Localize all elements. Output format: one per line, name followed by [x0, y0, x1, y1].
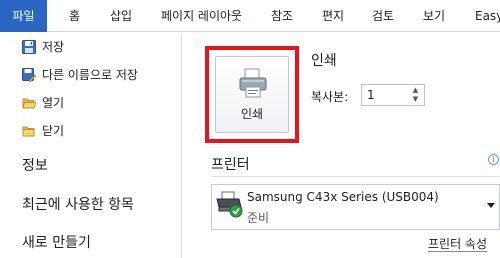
- tab-references[interactable]: 참조: [271, 0, 293, 32]
- printer-status: 준비: [247, 211, 270, 225]
- print-button-highlight: 인쇄: [205, 46, 299, 143]
- ribbon-tab-strip: 파일 홈 삽입 페이지 레이아웃 참조 편지 검토 보기 Easy: [0, 0, 500, 32]
- nav-item-close[interactable]: 닫기: [0, 121, 181, 141]
- nav-item-open[interactable]: 열기: [0, 93, 181, 113]
- nav-item-label: 닫기: [42, 124, 65, 138]
- printer-name: Samsung C43x Series (USB004): [247, 190, 439, 204]
- info-icon[interactable]: i: [488, 154, 499, 165]
- tab-review[interactable]: 검토: [372, 0, 394, 32]
- print-button[interactable]: 인쇄: [215, 56, 289, 133]
- printer-heading: 프린터: [211, 157, 250, 173]
- tab-file[interactable]: 파일: [0, 0, 47, 32]
- copies-value: 1: [367, 88, 375, 102]
- open-folder-icon: [22, 96, 37, 110]
- tab-page-layout[interactable]: 페이지 레이아웃: [161, 0, 242, 32]
- print-pane: 인쇄 인쇄 복사본: 1 ▲ ▼ 프린터 i Samsung C43x Seri…: [183, 33, 500, 258]
- nav-item-label: 저장: [42, 40, 65, 54]
- printer-icon: [237, 67, 269, 103]
- printer-ready-icon: [215, 189, 245, 223]
- nav-item-save[interactable]: 저장: [0, 37, 181, 57]
- copies-stepper[interactable]: 1 ▲ ▼: [361, 84, 425, 106]
- printer-select[interactable]: Samsung C43x Series (USB004) 준비: [211, 184, 500, 230]
- chevron-up-icon[interactable]: ▲: [411, 86, 420, 95]
- floppy-disk-icon: [22, 40, 36, 54]
- printer-properties-link[interactable]: 프린터 속성: [428, 237, 488, 252]
- tab-insert[interactable]: 삽입: [110, 0, 132, 32]
- print-button-label: 인쇄: [240, 107, 264, 121]
- nav-item-label: 열기: [42, 96, 65, 110]
- tab-mailings[interactable]: 편지: [322, 0, 344, 32]
- nav-item-label: 다른 이름으로 저장: [42, 68, 138, 82]
- tab-view[interactable]: 보기: [423, 0, 445, 32]
- nav-section-info[interactable]: 정보: [22, 155, 48, 175]
- tab-easy[interactable]: Easy: [475, 0, 500, 32]
- print-heading: 인쇄: [311, 53, 337, 69]
- nav-section-recent[interactable]: 최근에 사용한 항목: [22, 194, 134, 214]
- divider: [211, 176, 500, 177]
- copies-label: 복사본:: [311, 90, 349, 104]
- close-folder-icon: [22, 124, 36, 138]
- save-as-icon: [22, 68, 37, 83]
- dropdown-arrow-icon[interactable]: [487, 203, 495, 208]
- chevron-down-icon[interactable]: ▼: [411, 95, 420, 104]
- nav-section-new[interactable]: 새로 만들기: [22, 232, 91, 252]
- backstage-nav: 저장 다른 이름으로 저장 열기 닫기 정보 최근에 사용한 항목 새로 만들기: [0, 33, 182, 258]
- nav-item-save-as[interactable]: 다른 이름으로 저장: [0, 65, 181, 85]
- tab-home[interactable]: 홈: [69, 0, 80, 32]
